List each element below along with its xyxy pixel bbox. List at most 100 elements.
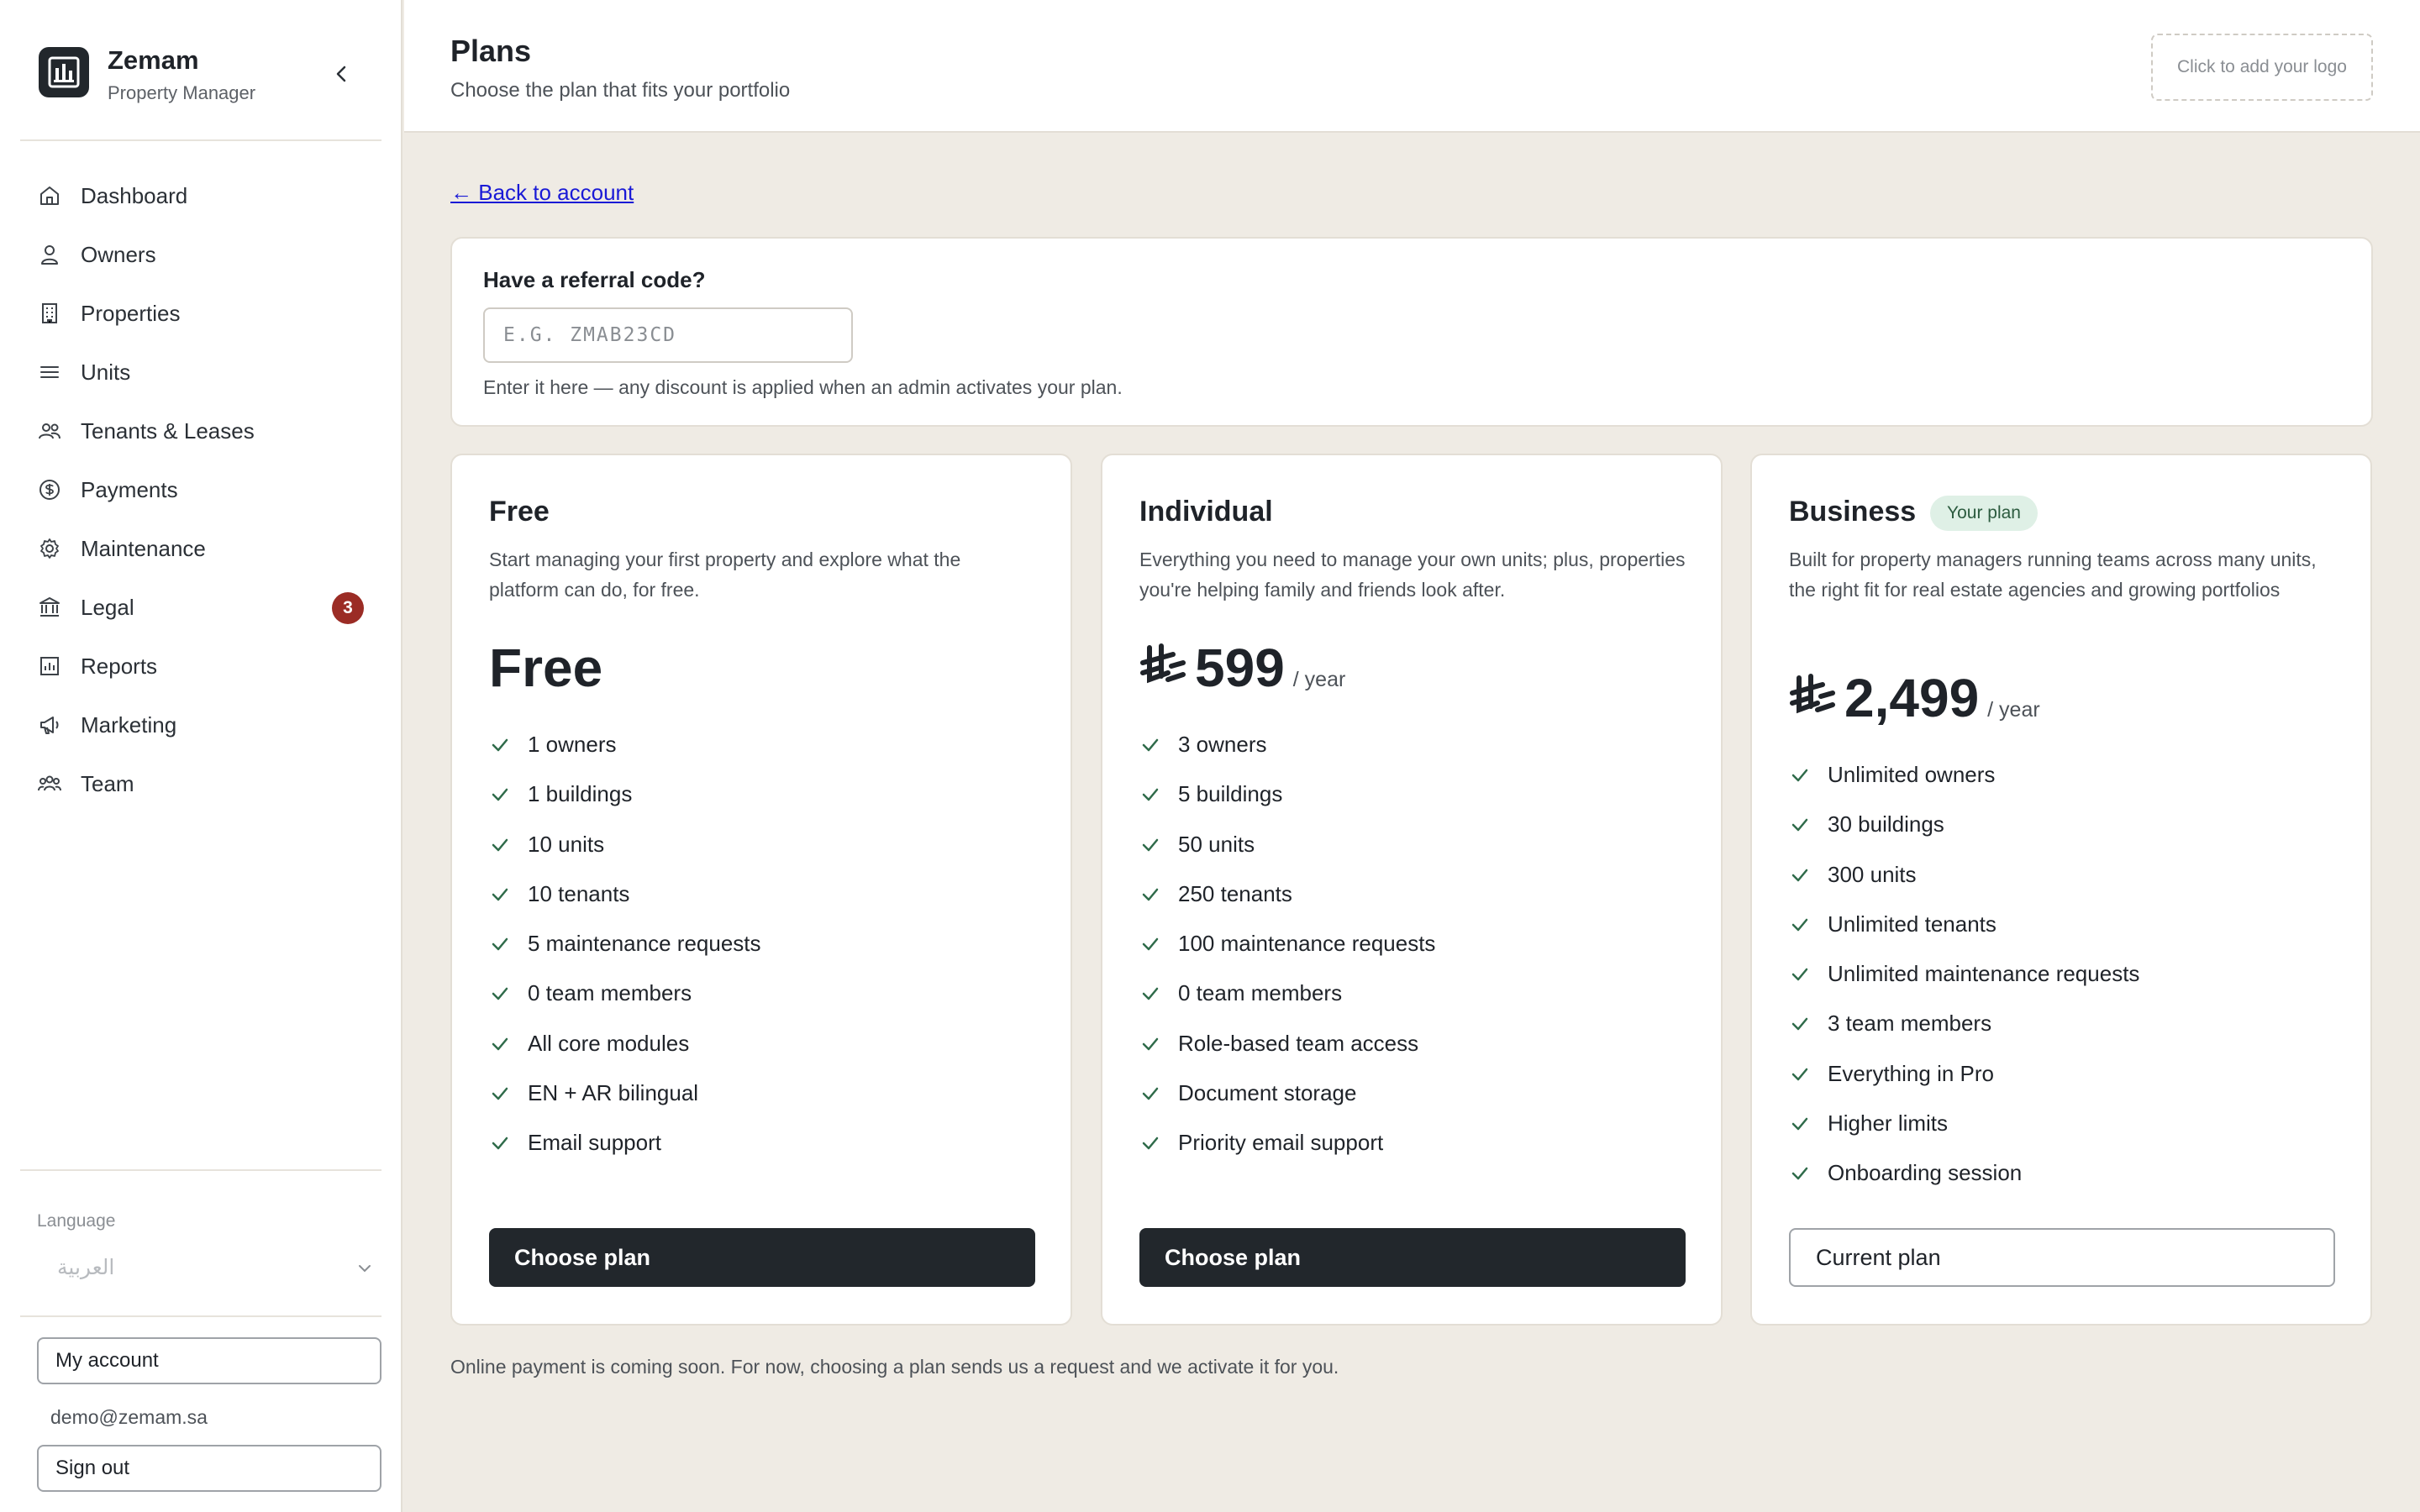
page-title: Plans (450, 34, 532, 68)
feature-text: 1 owners (528, 732, 617, 757)
sidebar-item-tenants-leases[interactable]: Tenants & Leases (20, 402, 381, 460)
dollar-icon (39, 480, 60, 500)
feature-text: 3 owners (1178, 732, 1267, 757)
check-icon (492, 1037, 508, 1051)
sidebar-item-reports[interactable]: Reports (20, 637, 381, 696)
sidebar-item-label: Reports (81, 654, 158, 679)
user-icon (41, 245, 58, 265)
sidebar: Zemam Property Manager Dashboard Owners … (0, 0, 402, 1512)
feature-list: 1 owners 1 buildings 10 units 10 tenants 5 m… (489, 724, 1035, 1173)
check-icon (1142, 738, 1159, 752)
sidebar-item-team[interactable]: Team (20, 754, 381, 813)
feature-item: 3 team members (1789, 1003, 2335, 1053)
plan-name: Individual (1139, 496, 1273, 528)
riyal-icon (1140, 643, 1186, 684)
team-icon (38, 775, 61, 791)
feature-text: 250 tenants (1178, 880, 1292, 906)
plan-description: Start managing your first property and e… (489, 549, 961, 601)
feature-text: 5 maintenance requests (528, 931, 761, 957)
sidebar-item-legal[interactable]: Legal 3 (20, 578, 381, 637)
check-icon (1142, 988, 1159, 1000)
feature-text: All core modules (528, 1030, 690, 1056)
feature-text: 30 buildings (1828, 811, 1944, 837)
referral-card: Have a referral code? Enter it here — an… (450, 237, 2373, 427)
check-icon (1791, 968, 1808, 981)
sidebar-item-label: Team (81, 771, 134, 796)
add-logo-button[interactable]: Click to add your logo (2151, 34, 2373, 101)
plan-price: 599 / year (1139, 637, 1345, 699)
my-account-button[interactable]: My account (37, 1337, 381, 1384)
feature-text: 5 buildings (1178, 781, 1283, 807)
choose-plan-button[interactable]: Choose plan (489, 1228, 1035, 1287)
sidebar-item-label: Tenants & Leases (81, 418, 255, 444)
sidebar-divider (20, 139, 381, 141)
gear-icon (40, 538, 59, 559)
brand-subtitle: Property Manager (108, 82, 256, 103)
check-icon (1142, 1037, 1159, 1051)
sidebar-item-owners[interactable]: Owners (20, 225, 381, 284)
feature-text: EN + AR bilingual (528, 1080, 699, 1106)
sidebar-nav: Dashboard Owners Properties Units Tenant… (20, 166, 381, 813)
feature-text: Role-based team access (1178, 1030, 1419, 1056)
user-email: demo@zemam.sa (50, 1406, 208, 1428)
sign-out-button[interactable]: Sign out (37, 1445, 381, 1492)
referral-code-input[interactable] (483, 307, 853, 363)
sidebar-item-properties[interactable]: Properties (20, 284, 381, 343)
feature-item: 3 owners (1139, 724, 1686, 774)
feature-item: Unlimited tenants (1789, 904, 2335, 953)
check-icon (492, 1087, 508, 1100)
feature-item: 30 buildings (1789, 804, 2335, 853)
price-amount: 599 (1195, 638, 1285, 698)
current-plan-button[interactable]: Current plan (1789, 1228, 2335, 1287)
page-header: Plans Choose the plan that fits your por… (404, 0, 2420, 133)
check-icon (1142, 838, 1159, 851)
price-amount: 2,499 (1844, 668, 1980, 728)
plan-card-free: Free Start managing your first property … (450, 454, 1072, 1326)
feature-list: 3 owners 5 buildings 50 units 250 tenants 10… (1139, 724, 1686, 1173)
check-icon (492, 789, 508, 801)
sidebar-item-dashboard[interactable]: Dashboard (20, 166, 381, 225)
choose-plan-button[interactable]: Choose plan (1139, 1228, 1686, 1287)
sidebar-divider (20, 1169, 381, 1171)
sidebar-item-payments[interactable]: Payments (20, 460, 381, 519)
feature-item: 10 units (489, 824, 1035, 874)
feature-text: Unlimited owners (1828, 762, 1996, 787)
collapse-sidebar-button[interactable] (328, 57, 355, 91)
feature-text: Email support (528, 1130, 661, 1156)
feature-text: 1 buildings (528, 781, 633, 807)
plan-price: Free (489, 637, 602, 699)
price-amount: Free (489, 638, 603, 698)
sidebar-item-marketing[interactable]: Marketing (20, 696, 381, 754)
feature-item: 1 owners (489, 724, 1035, 774)
feature-item: EN + AR bilingual (489, 1073, 1035, 1122)
price-period: / year (1292, 668, 1346, 691)
brand-logo-icon (39, 47, 89, 97)
feature-item: Everything in Pro (1789, 1053, 2335, 1103)
list-icon (40, 366, 59, 378)
feature-item: 300 units (1789, 854, 2335, 904)
sidebar-item-label: Maintenance (81, 536, 206, 561)
check-icon (1791, 819, 1808, 832)
feature-text: Higher limits (1828, 1110, 1949, 1137)
feature-item: All core modules (489, 1023, 1035, 1073)
language-select[interactable]: العربية (37, 1252, 381, 1285)
feature-text: Unlimited maintenance requests (1828, 961, 2140, 987)
feature-text: Priority email support (1178, 1130, 1384, 1156)
back-to-account-link[interactable]: ← Back to account (450, 180, 634, 206)
sidebar-item-label: Properties (81, 301, 181, 326)
feature-item: 1 buildings (489, 774, 1035, 823)
sidebar-item-units[interactable]: Units (20, 343, 381, 402)
plan-description: Everything you need to manage your own u… (1139, 549, 1686, 601)
check-icon (492, 937, 508, 951)
language-value: العربية (57, 1256, 115, 1279)
plan-name: Free (489, 496, 550, 528)
sidebar-item-maintenance[interactable]: Maintenance (20, 519, 381, 578)
sidebar-item-label: Marketing (81, 712, 177, 738)
page-subtitle: Choose the plan that fits your portfolio (450, 79, 791, 102)
plan-price: 2,499 / year (1789, 667, 2040, 729)
feature-item: 0 team members (1139, 973, 1686, 1022)
sidebar-item-label: Dashboard (81, 183, 188, 208)
feature-text: Unlimited tenants (1828, 911, 1996, 937)
feature-text: 0 team members (528, 980, 692, 1006)
language-label: Language (37, 1211, 116, 1231)
